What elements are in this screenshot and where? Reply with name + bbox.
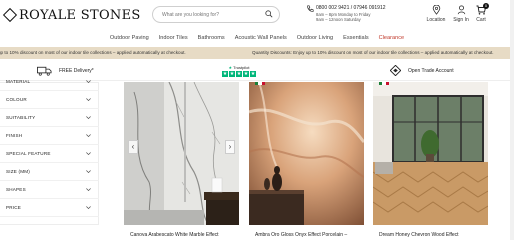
product-card[interactable]: Ambra Oro Gloss Onyx Effect Porcelain – [249, 82, 364, 240]
filter-special-feature[interactable]: SPECIAL FEATURE [0, 145, 99, 163]
phone-icon [307, 5, 314, 12]
signin-label: Sign In [453, 17, 469, 23]
filter-colour[interactable]: COLOUR [0, 91, 99, 109]
filter-finish[interactable]: FINISH [0, 127, 99, 145]
contact-info: 0800 002 9421 / 07946 091912 8am – 8pm M… [306, 5, 396, 27]
location-pin-icon [432, 5, 440, 15]
filter-material[interactable]: MATERIAL [0, 73, 99, 91]
star-icon: ★ [222, 70, 228, 77]
nav-essentials[interactable]: Essentials [338, 31, 374, 45]
filter-label: FINISH [6, 133, 23, 138]
star-icon: ★ [236, 70, 242, 77]
chevron-left-icon: ‹ [131, 142, 135, 151]
chevron-down-icon [86, 152, 91, 156]
filter-label: MATERIAL [6, 79, 31, 84]
chevron-right-icon: › [228, 142, 232, 151]
trade-label: Open Trade Account [408, 67, 454, 74]
chevron-down-icon [86, 134, 91, 138]
product-name[interactable]: Dream Honey Chevron Wood Effect [379, 232, 459, 238]
star-icon: ★ [250, 70, 256, 77]
filter-label: COLOUR [6, 97, 27, 102]
hours-saturday: 9am – 12noon Saturday [316, 17, 361, 22]
product-image[interactable] [373, 82, 488, 225]
nav-bathrooms[interactable]: Bathrooms [193, 31, 230, 45]
onyx-interior-photo [249, 82, 364, 225]
uk-flag-badge [379, 82, 389, 85]
site-header: ROYALE STONES 0800 002 9421 / 07946 0919… [0, 0, 514, 30]
phone-number[interactable]: 0800 002 9421 / 07946 091912 [316, 5, 386, 11]
nav-outdoor-living[interactable]: Outdoor Living [292, 31, 338, 45]
opening-hours: 8am – 8pm Monday to Friday 9am – 12noon … [316, 12, 370, 22]
wood-floor-room-photo [373, 82, 488, 225]
main-navigation: Outdoor Paving Indoor Tiles Bathrooms Ac… [0, 31, 514, 45]
filter-label: SUITABILITY [6, 115, 36, 120]
page-scrollbar[interactable] [510, 0, 514, 240]
filter-sidebar: MATERIAL COLOUR SUITABILITY FINISH SPECI… [0, 79, 99, 225]
product-name[interactable]: Canova Arabescato White Marble Effect [130, 232, 219, 238]
location-link[interactable]: Location [424, 5, 448, 23]
chevron-down-icon [86, 188, 91, 192]
filter-suitability[interactable]: SUITABILITY [0, 109, 99, 127]
product-card[interactable]: ‹ › Canova Arabescato White Marble Effec… [124, 82, 239, 240]
promo-text-left: up to 10% discount on most of our indoor… [0, 50, 186, 55]
filter-price[interactable]: PRICE [0, 199, 99, 217]
nav-indoor-tiles[interactable]: Indoor Tiles [154, 31, 193, 45]
trade-handshake-icon [390, 65, 401, 76]
logo-diamond-icon [4, 9, 16, 21]
nav-outdoor-paving[interactable]: Outdoor Paving [105, 31, 154, 45]
carousel-next-button[interactable]: › [225, 140, 235, 154]
chevron-down-icon [86, 98, 91, 102]
filter-label: SHAPES [6, 187, 26, 192]
filter-label: PRICE [6, 205, 22, 210]
cart-label: Cart [476, 17, 486, 23]
search-bar[interactable] [152, 6, 280, 23]
trustpilot-rating[interactable]: ★ Trustpilot ★ ★ ★ ★ ★ [222, 60, 256, 81]
product-image[interactable] [249, 82, 364, 225]
filter-size[interactable]: SIZE (MM) [0, 163, 99, 181]
signin-link[interactable]: Sign In [452, 5, 470, 23]
star-icon: ★ [229, 70, 235, 77]
chevron-down-icon [86, 80, 91, 84]
star-icon: ★ [243, 70, 249, 77]
filter-label: SPECIAL FEATURE [6, 151, 51, 156]
filter-label: SIZE (MM) [6, 169, 30, 174]
location-label: Location [426, 17, 446, 23]
trustpilot-label: Trustpilot [233, 64, 250, 70]
chevron-down-icon [86, 116, 91, 120]
user-icon [457, 5, 465, 15]
marble-bathroom-photo [124, 82, 239, 225]
search-input[interactable] [162, 9, 262, 21]
filter-shapes[interactable]: SHAPES [0, 181, 99, 199]
search-icon[interactable] [265, 10, 273, 18]
cart-count-badge: 0 [483, 3, 489, 9]
logo-text: ROYALE STONES [19, 7, 141, 23]
product-card[interactable]: Dream Honey Chevron Wood Effect [373, 82, 488, 240]
usp-open-trade-account[interactable]: Open Trade Account [390, 60, 454, 81]
promo-text-right: Quantity Discounts: Enjoy up to 10% disc… [252, 50, 494, 55]
chevron-down-icon [86, 170, 91, 174]
carousel-prev-button[interactable]: ‹ [128, 140, 138, 154]
chevron-down-icon [86, 206, 91, 210]
promo-banner: up to 10% discount on most of our indoor… [0, 47, 514, 59]
nav-clearance[interactable]: Clearance [374, 31, 410, 45]
trustpilot-star-icon: ★ [228, 64, 233, 70]
nav-acoustic-wall-panels[interactable]: Acoustic Wall Panels [230, 31, 292, 45]
royale-stones-logo[interactable]: ROYALE STONES [4, 6, 141, 24]
product-image[interactable]: ‹ › [124, 82, 239, 225]
uk-flag-badge [255, 82, 265, 85]
cart-link[interactable]: 0 Cart [474, 3, 489, 23]
product-name[interactable]: Ambra Oro Gloss Onyx Effect Porcelain – [255, 232, 347, 238]
trustpilot-stars: ★ ★ ★ ★ ★ [222, 70, 256, 77]
